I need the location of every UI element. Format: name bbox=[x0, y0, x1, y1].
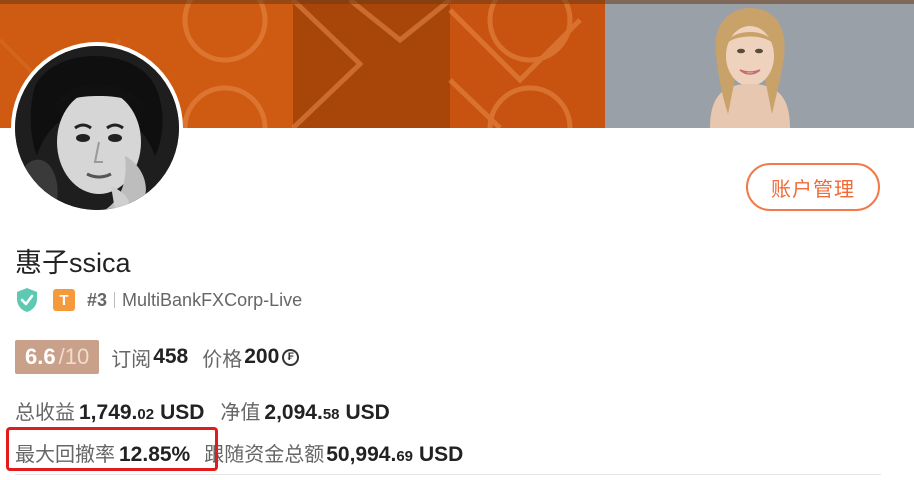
trader-level-badge: T bbox=[53, 289, 75, 311]
follow-funds-value: 50,994. bbox=[326, 443, 397, 466]
price-label: 价格 bbox=[202, 348, 243, 371]
divider bbox=[114, 292, 116, 308]
net-value-label: 净值 bbox=[220, 402, 261, 424]
price-value: 200 bbox=[244, 345, 280, 368]
section-divider bbox=[15, 474, 881, 475]
broker-name[interactable]: MultiBankFXCorp-Live bbox=[122, 290, 302, 311]
score-max: /10 bbox=[58, 344, 90, 369]
coin-icon: ₣ bbox=[282, 348, 300, 366]
net-value-decimals: 58 bbox=[322, 406, 340, 423]
trader-meta: T #3 MultiBankFXCorp-Live bbox=[15, 287, 302, 313]
net-value-value: 2,094. bbox=[264, 401, 323, 424]
subscribe-label: 订阅 bbox=[111, 348, 152, 371]
verified-shield-icon bbox=[17, 288, 37, 312]
profit-row: 总收益 1,749. 02 USD 净值 2,094. 58 USD bbox=[15, 396, 390, 424]
follow-funds-label: 跟随资金总额 bbox=[204, 444, 325, 466]
subscribe-count: 458 bbox=[153, 345, 189, 368]
score-row: 6.6 /10 订阅 458 价格 200 ₣ bbox=[15, 340, 300, 374]
total-profit-unit: USD bbox=[160, 401, 205, 424]
total-profit-decimals: 02 bbox=[137, 406, 155, 423]
trader-rank: #3 bbox=[87, 289, 108, 310]
net-value-unit: USD bbox=[345, 401, 390, 424]
avatar-frame bbox=[11, 42, 183, 214]
score-value: 6.6 bbox=[25, 344, 56, 369]
total-profit-label: 总收益 bbox=[15, 402, 75, 424]
follow-funds-decimals: 69 bbox=[396, 448, 413, 465]
avatar[interactable] bbox=[15, 46, 179, 210]
account-management-button[interactable]: 账户管理 bbox=[746, 163, 880, 211]
trader-name: 惠子ssica bbox=[15, 248, 131, 278]
avatar-image bbox=[15, 46, 179, 210]
banner-portrait-image bbox=[710, 8, 790, 128]
total-profit-value: 1,749. bbox=[79, 401, 138, 424]
follow-funds-unit: USD bbox=[419, 443, 464, 466]
drawdown-highlight-box bbox=[6, 427, 218, 471]
score-badge: 6.6 /10 bbox=[15, 340, 100, 374]
